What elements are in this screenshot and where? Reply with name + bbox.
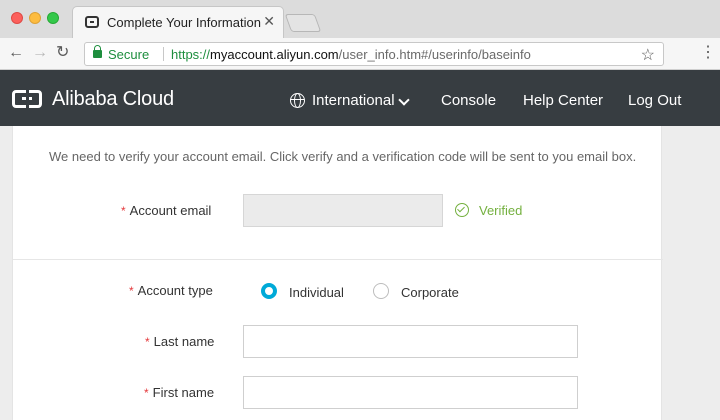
window-minimize-icon[interactable]: [29, 12, 41, 24]
bookmark-star-icon[interactable]: ☆: [641, 45, 655, 65]
radio-individual-label[interactable]: Individual: [289, 285, 344, 300]
email-verify-intro: We need to verify your account email. Cl…: [49, 149, 637, 164]
check-circle-icon: [455, 203, 469, 217]
site-header: Alibaba Cloud International Console Help…: [0, 70, 720, 126]
user-info-form: We need to verify your account email. Cl…: [12, 126, 663, 420]
logo-text: Alibaba Cloud: [52, 88, 174, 110]
forward-arrow-icon[interactable]: →: [32, 44, 48, 62]
url-path: /user_info.htm#/userinfo/baseinfo: [338, 47, 531, 62]
tab-title: Complete Your Information: [107, 15, 261, 30]
window-maximize-icon[interactable]: [47, 12, 59, 24]
account-email-field: [243, 194, 443, 227]
url-host: myaccount.aliyun.com: [210, 47, 339, 62]
address-separator: [163, 47, 164, 61]
section-divider: [13, 259, 663, 260]
back-arrow-icon[interactable]: ←: [8, 44, 24, 62]
alibaba-cloud-mark-icon: [12, 90, 42, 108]
last-name-label: * Last name: [145, 334, 215, 349]
browser-tab[interactable]: Complete Your Information ✕: [72, 6, 284, 38]
required-mark: *: [145, 335, 150, 349]
browser-menu-icon[interactable]: ⋮: [700, 44, 716, 62]
chevron-down-icon[interactable]: [398, 94, 410, 106]
url-scheme: https://: [171, 47, 211, 62]
secure-label: Secure: [108, 47, 150, 62]
globe-icon: [290, 93, 305, 108]
nav-console[interactable]: Console: [441, 92, 496, 109]
alibaba-cloud-favicon-icon: [85, 16, 99, 28]
window-close-icon[interactable]: [11, 12, 23, 24]
nav-international[interactable]: International: [312, 92, 395, 109]
address-bar[interactable]: Secure https://myaccount.aliyun.com/user…: [84, 42, 664, 66]
required-mark: *: [121, 204, 126, 218]
reload-icon[interactable]: ↻: [56, 44, 69, 62]
account-type-label: * Account type: [129, 283, 213, 298]
browser-toolbar: ← → ↻ Secure https://myaccount.aliyun.co…: [0, 38, 720, 70]
first-name-input[interactable]: [243, 376, 578, 409]
lock-icon: [93, 45, 102, 58]
url-text: https://myaccount.aliyun.com/user_info.h…: [171, 47, 531, 62]
account-email-label: * Account email: [121, 203, 212, 218]
tab-close-icon[interactable]: ✕: [263, 13, 275, 29]
last-name-input[interactable]: [243, 325, 578, 358]
nav-log-out[interactable]: Log Out: [628, 92, 681, 109]
browser-tab-strip: Complete Your Information ✕: [0, 0, 720, 38]
email-verified-status: Verified: [479, 203, 523, 218]
new-tab-button[interactable]: [284, 14, 322, 32]
required-mark: *: [129, 284, 134, 298]
radio-corporate[interactable]: [373, 283, 389, 299]
radio-individual[interactable]: [261, 283, 277, 299]
required-mark: *: [144, 386, 149, 400]
radio-corporate-label[interactable]: Corporate: [401, 285, 459, 300]
first-name-label: * First name: [144, 385, 215, 400]
nav-help-center[interactable]: Help Center: [523, 92, 603, 109]
